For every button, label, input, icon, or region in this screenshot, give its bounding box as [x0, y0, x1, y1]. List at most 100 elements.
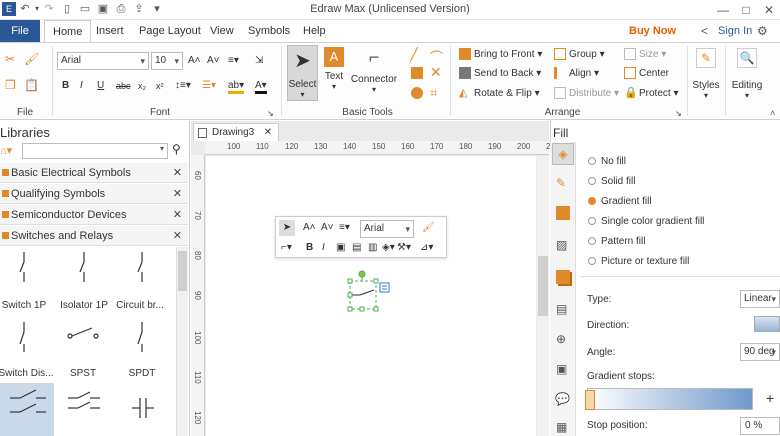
paste-icon[interactable]: 📋: [24, 78, 39, 92]
shape-label-spst[interactable]: SPST: [53, 368, 113, 379]
mini-fill-icon[interactable]: ◈▾: [382, 240, 395, 256]
protect-button[interactable]: 🔒Protect ▾: [624, 86, 679, 102]
rectangle-tool-icon[interactable]: [411, 67, 423, 79]
cut-icon[interactable]: ✂: [5, 52, 19, 66]
open-icon[interactable]: ▭: [78, 2, 92, 16]
line-tool-icon[interactable]: ╱: [410, 47, 418, 63]
copy-icon[interactable]: ❐: [5, 78, 19, 92]
mini-send-back-icon[interactable]: ▤: [352, 240, 361, 256]
editing-button[interactable]: 🔍 Editing ▾: [729, 45, 765, 105]
gradient-stops-bar[interactable]: [587, 388, 753, 410]
shape-label-spdt[interactable]: SPDT: [112, 368, 172, 379]
canvas-vertical-scrollbar[interactable]: [537, 156, 549, 436]
italic-icon[interactable]: I: [80, 78, 83, 94]
superscript-icon[interactable]: x²: [156, 78, 164, 94]
strikethrough-icon[interactable]: abc: [116, 78, 131, 94]
image-tab-icon[interactable]: ▨: [556, 238, 572, 254]
format-painter-icon[interactable]: 🖌: [24, 52, 39, 66]
collapse-ribbon-icon[interactable]: ˄: [770, 108, 775, 118]
sign-in-link[interactable]: Sign In: [718, 20, 752, 42]
angle-input[interactable]: 90 deg: [740, 343, 780, 361]
close-icon[interactable]: ✕: [264, 124, 272, 142]
mini-bold-icon[interactable]: B: [306, 240, 313, 256]
save-icon[interactable]: ▣: [96, 2, 110, 16]
library-item-qualifying[interactable]: Qualifying Symbols ✕: [0, 184, 188, 204]
tab-help[interactable]: Help: [303, 20, 326, 42]
font-dialog-launcher-icon[interactable]: ↘: [267, 106, 274, 122]
mini-italic-icon[interactable]: I: [322, 240, 325, 256]
tab-view[interactable]: View: [210, 20, 234, 42]
bring-to-front-button[interactable]: Bring to Front ▾: [459, 47, 542, 63]
close-icon[interactable]: ✕: [758, 0, 780, 20]
scroll-thumb[interactable]: [538, 256, 548, 316]
mini-style-icon[interactable]: ⊿▾: [420, 240, 433, 256]
mini-grow-font-icon[interactable]: A˄: [303, 220, 316, 236]
shrink-font-icon[interactable]: A˅: [207, 53, 220, 69]
line-tab-icon[interactable]: ✎: [556, 176, 572, 192]
group-button[interactable]: Group ▾: [554, 47, 605, 63]
library-scrollbar[interactable]: [176, 247, 188, 436]
data-tab-icon[interactable]: ▦: [556, 420, 572, 436]
align-button[interactable]: Align ▾: [554, 66, 599, 82]
mini-tools-icon[interactable]: ⚒▾: [397, 240, 411, 256]
crop-tool-icon[interactable]: ⌗: [430, 85, 437, 101]
select-tool-button[interactable]: ➤ Select ▾: [287, 45, 318, 101]
scroll-thumb[interactable]: [178, 251, 187, 291]
buy-now-link[interactable]: Buy Now: [629, 20, 676, 42]
fill-option-picture[interactable]: Picture or texture fill: [588, 254, 689, 270]
tab-insert[interactable]: Insert: [96, 20, 124, 42]
add-stop-icon[interactable]: +: [766, 390, 774, 406]
arrange-dialog-launcher-icon[interactable]: ↘: [675, 106, 682, 122]
font-size-select[interactable]: 10: [151, 52, 183, 70]
fill-option-single-color-gradient[interactable]: Single color gradient fill: [588, 214, 704, 230]
selected-switch-shape[interactable]: [340, 268, 392, 316]
shape-label-switch-1p[interactable]: Switch 1P: [0, 300, 54, 311]
fill-option-solid[interactable]: Solid fill: [588, 174, 635, 190]
gradient-type-select[interactable]: Linear: [740, 290, 780, 308]
library-item-semiconductor[interactable]: Semiconductor Devices ✕: [0, 205, 188, 225]
mini-font-select[interactable]: Arial: [360, 220, 414, 238]
layer-tab-icon[interactable]: [556, 270, 570, 284]
close-icon[interactable]: ✕: [173, 184, 182, 204]
fill-option-pattern[interactable]: Pattern fill: [588, 234, 645, 250]
fill-tab-icon[interactable]: ◈: [552, 143, 574, 165]
font-color-icon[interactable]: A▾: [255, 78, 267, 94]
mini-shrink-font-icon[interactable]: A˅: [321, 220, 334, 236]
share-icon[interactable]: <: [701, 20, 708, 42]
grow-font-icon[interactable]: A˄: [188, 53, 201, 69]
document-tab[interactable]: Drawing3 ✕: [193, 123, 279, 141]
export-icon[interactable]: ⇪: [132, 2, 146, 16]
underline-icon[interactable]: U: [97, 78, 104, 94]
mini-group-icon[interactable]: ▥: [368, 240, 377, 256]
rotate-flip-button[interactable]: ◭ Rotate & Flip ▾: [459, 86, 540, 102]
stop-position-input[interactable]: 0 %: [740, 417, 780, 435]
bullets-icon[interactable]: ☰▾: [202, 78, 216, 94]
search-dropdown-icon[interactable]: ▾: [160, 144, 164, 153]
bold-icon[interactable]: B: [62, 78, 69, 94]
fill-option-no-fill[interactable]: No fill: [588, 154, 626, 170]
align-text-icon[interactable]: ≡▾: [228, 53, 239, 69]
shape-label-switch-disconnector[interactable]: Switch Dis...: [0, 368, 56, 379]
fill-option-gradient[interactable]: Gradient fill: [588, 194, 652, 210]
size-button[interactable]: Size ▾: [624, 47, 666, 63]
subscript-icon[interactable]: x₂: [138, 78, 146, 94]
new-icon[interactable]: ▯: [60, 2, 74, 16]
center-button[interactable]: Center: [624, 66, 669, 82]
library-item-switches-relays[interactable]: Switches and Relays ✕: [0, 226, 188, 246]
close-icon[interactable]: ✕: [173, 163, 182, 183]
comment-tab-icon[interactable]: 💬: [555, 392, 573, 408]
mini-connector-icon[interactable]: ⌐▾: [281, 240, 292, 256]
styles-button[interactable]: ✎ Styles ▾: [690, 45, 722, 105]
tab-symbols[interactable]: Symbols: [248, 20, 290, 42]
direction-select[interactable]: [754, 316, 780, 332]
close-icon[interactable]: ✕: [173, 226, 182, 246]
line-spacing-icon[interactable]: ↕≡▾: [175, 78, 191, 94]
connector-tool-button[interactable]: ⌐ Connector ▾: [349, 45, 399, 101]
text-tool-button[interactable]: A Text ▾: [320, 45, 348, 101]
attachment-tab-icon[interactable]: ▣: [556, 362, 572, 378]
shadow-tab-icon[interactable]: [556, 206, 570, 220]
shape-label-circuit-breaker[interactable]: Circuit br...: [110, 300, 170, 311]
shape-label-isolator-1p[interactable]: Isolator 1P: [54, 300, 114, 311]
tab-page-layout[interactable]: Page Layout: [139, 20, 201, 42]
send-to-back-button[interactable]: Send to Back ▾: [459, 66, 541, 82]
